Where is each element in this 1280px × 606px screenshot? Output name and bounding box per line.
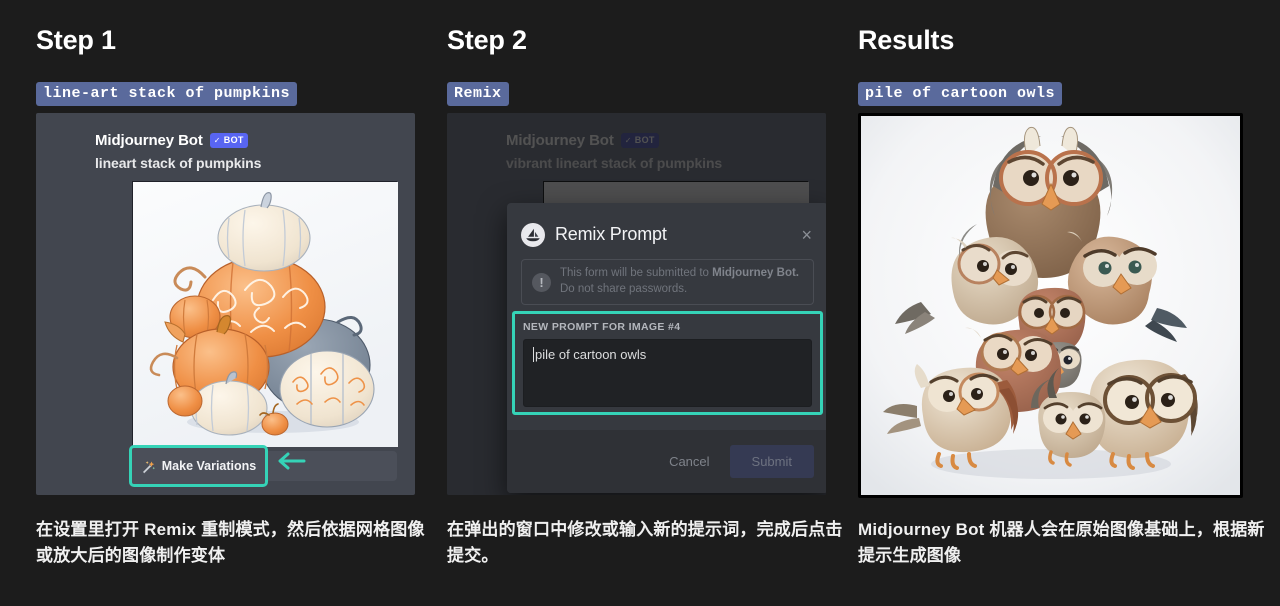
column-step-1: Step 1 line-art stack of pumpkins Midjou… <box>36 0 456 606</box>
modal-warning: ! This form will be submitted to Midjour… <box>521 259 814 305</box>
results-image-panel <box>858 113 1243 498</box>
make-variations-label: Make Variations <box>161 459 257 473</box>
step-2-title: Step 2 <box>447 25 527 55</box>
remix-prompt-modal: Remix Prompt × ! This form will be submi… <box>507 203 826 493</box>
discord-message-panel-1: Midjourney Bot ✓ BOT lineart stack of pu… <box>36 113 415 495</box>
magic-wand-icon <box>142 460 155 473</box>
modal-title: Remix Prompt <box>555 224 667 244</box>
bot-name: Midjourney Bot <box>95 131 203 149</box>
bot-badge-label: BOT <box>223 135 244 145</box>
cancel-button[interactable]: Cancel <box>663 446 715 477</box>
step-1-title: Step 1 <box>36 25 116 55</box>
modal-header: Remix Prompt × <box>507 203 826 251</box>
warning-line-2: Do not share passwords. <box>560 283 688 295</box>
bot-message-header: Midjourney Bot ✓ BOT <box>95 130 415 150</box>
new-prompt-value: pile of cartoon owls <box>535 347 647 362</box>
close-icon[interactable]: × <box>801 226 814 244</box>
modal-warning-text: This form will be submitted to Midjourne… <box>560 266 799 297</box>
new-prompt-field-label: NEW PROMPT FOR IMAGE #4 <box>523 321 681 333</box>
make-variations-highlight[interactable]: Make Variations <box>129 445 268 487</box>
teal-arrow-left-icon <box>278 452 306 470</box>
owl-pile-illustration[interactable] <box>861 116 1240 495</box>
step-2-prompt-chip: Remix <box>447 82 509 106</box>
discord-message-panel-2: Midjourney Bot ✓ BOT vibrant lineart sta… <box>447 113 826 495</box>
pumpkin-stack-illustration <box>133 182 398 447</box>
step-1-caption: 在设置里打开 Remix 重制模式，然后依据网格图像或放大后的图像制作变体 <box>36 520 425 565</box>
bot-badge: ✓ BOT <box>209 132 248 148</box>
modal-footer: Cancel Submit <box>507 430 826 493</box>
results-prompt-chip: pile of cartoon owls <box>858 82 1063 106</box>
results-caption: Midjourney Bot 机器人会在原始图像基础上，根据新提示生成图像 <box>858 520 1265 565</box>
warning-line-1-bold: Midjourney Bot. <box>712 267 799 280</box>
step-2-caption: 在弹出的窗口中修改或输入新的提示词，完成后点击提交。 <box>447 520 843 565</box>
bot-message-prompt: lineart stack of pumpkins <box>95 155 262 171</box>
submit-button[interactable]: Submit <box>729 445 814 478</box>
new-prompt-textarea[interactable]: pile of cartoon owls <box>523 339 812 407</box>
text-caret <box>533 347 534 362</box>
verified-check-icon: ✓ <box>213 135 221 145</box>
step-1-prompt-chip: line-art stack of pumpkins <box>36 82 298 106</box>
warning-icon: ! <box>532 272 551 292</box>
warning-line-1-pre: This form will be submitted to <box>560 267 713 280</box>
midjourney-sailboat-icon <box>521 222 545 247</box>
results-title: Results <box>858 25 955 55</box>
infographic-page: Step 1 line-art stack of pumpkins Midjou… <box>0 0 1280 606</box>
pumpkin-artwork[interactable] <box>132 181 398 447</box>
bot-message: Midjourney Bot ✓ BOT lineart stack of pu… <box>36 113 415 172</box>
column-results: Results pile of cartoon owls Midjourney … <box>858 0 1278 606</box>
make-variations-button[interactable]: Make Variations <box>141 459 257 474</box>
column-step-2: Step 2 Remix Midjourney Bot ✓ BOT vibran… <box>447 0 867 606</box>
new-prompt-field-highlight: NEW PROMPT FOR IMAGE #4 pile of cartoon … <box>512 311 823 415</box>
